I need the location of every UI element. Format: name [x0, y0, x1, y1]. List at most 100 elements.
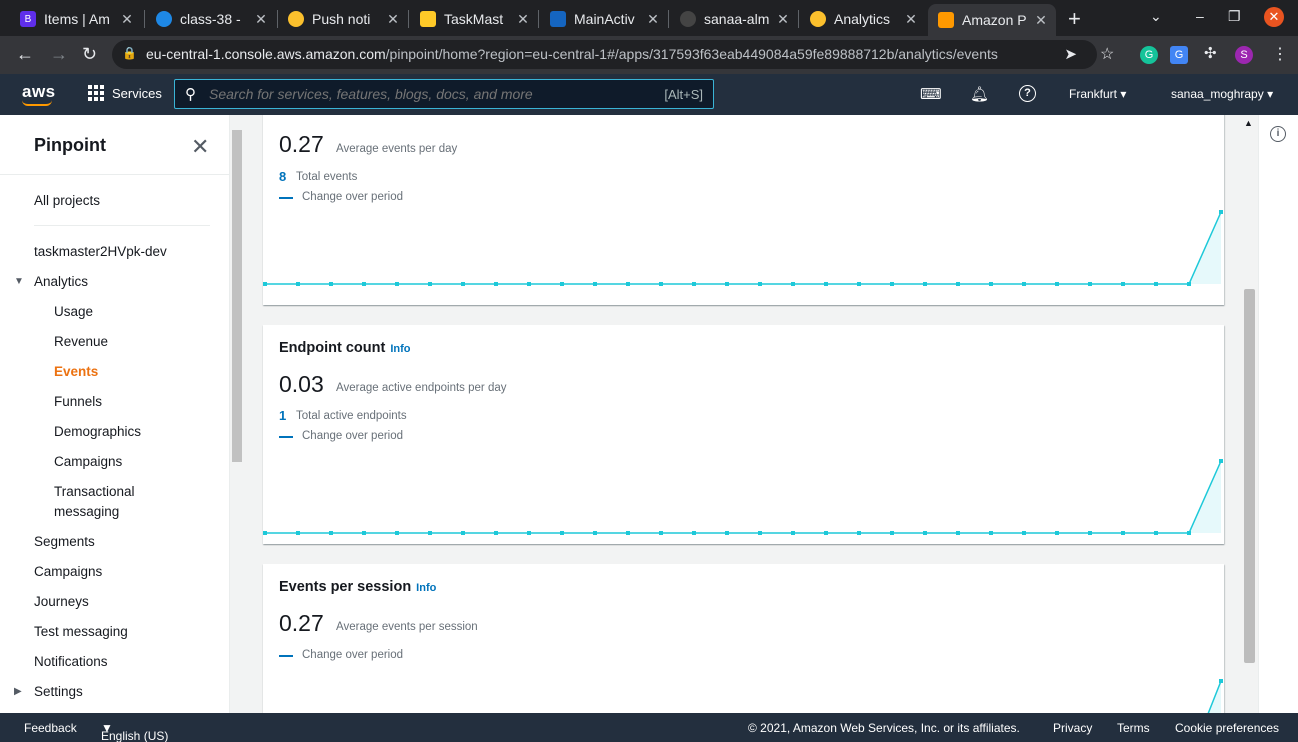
sidebar-item-segments[interactable]: Segments	[34, 534, 95, 549]
extensions-puzzle-icon[interactable]: ✣	[1204, 44, 1217, 62]
tab-favicon-icon	[550, 11, 566, 27]
info-icon[interactable]: i	[1270, 126, 1286, 142]
aws-smile-icon	[22, 100, 52, 106]
browser-tab[interactable]: sanaa-alm ✕	[670, 4, 798, 34]
new-tab-button[interactable]: +	[1068, 6, 1081, 32]
account-menu[interactable]: sanaa_moghrapy ▾	[1171, 87, 1273, 101]
browser-menu-icon[interactable]: ⋮	[1272, 44, 1288, 64]
cloudshell-icon[interactable]: ⌨	[920, 85, 942, 103]
tab-close-icon[interactable]: ✕	[252, 11, 270, 28]
scrollbar-thumb[interactable]	[1244, 289, 1255, 663]
sparkline-point	[791, 282, 795, 286]
copyright-text: © 2021, Amazon Web Services, Inc. or its…	[748, 721, 1020, 735]
sparkline-point	[1088, 282, 1092, 286]
tab-search-chevron-down-icon[interactable]: ⌄	[1150, 8, 1162, 25]
tab-separator	[144, 10, 145, 28]
minimize-icon[interactable]: –	[1196, 8, 1204, 24]
tab-close-icon[interactable]: ✕	[384, 11, 402, 28]
bookmark-star-icon[interactable]: ☆	[1100, 44, 1114, 64]
language-selector[interactable]: English (US) ▼	[101, 721, 168, 742]
sparkline-point	[758, 282, 762, 286]
browser-tab-active[interactable]: Amazon P ✕	[928, 4, 1056, 36]
sidebar-item-journeys[interactable]: Journeys	[34, 594, 89, 609]
terms-link[interactable]: Terms	[1117, 721, 1150, 735]
sparkline-point	[362, 282, 366, 286]
search-shortcut-hint: [Alt+S]	[664, 87, 703, 102]
sidebar-scrollbar[interactable]	[230, 115, 244, 713]
sidebar-item-test-messaging[interactable]: Test messaging	[34, 624, 128, 639]
tab-close-icon[interactable]: ✕	[1032, 12, 1050, 29]
forward-arrow-icon[interactable]: →	[50, 44, 68, 65]
scroll-up-arrow-icon[interactable]: ▲	[1244, 118, 1253, 128]
info-link[interactable]: Info	[416, 582, 436, 594]
sidebar-item-demographics[interactable]: Demographics	[54, 424, 141, 439]
sidebar-item-analytics-campaigns[interactable]: Campaigns	[54, 454, 122, 469]
sidebar-item-transactional-messaging[interactable]: Transactional	[54, 484, 135, 499]
events-per-session-card: Events per session Info 0.27 Average even…	[263, 564, 1224, 713]
tab-close-icon[interactable]: ✕	[644, 11, 662, 28]
lock-icon: 🔒	[122, 46, 137, 60]
aws-logo[interactable]: aws	[22, 82, 56, 106]
restore-icon[interactable]: ❐	[1228, 8, 1241, 25]
scrollbar-thumb[interactable]	[232, 130, 242, 462]
profile-avatar[interactable]: S	[1235, 46, 1253, 64]
sidebar-item-settings[interactable]: Settings	[34, 684, 83, 699]
sidebar-item-analytics[interactable]: Analytics	[34, 274, 88, 289]
main-scrollbar[interactable]: ▲	[1239, 115, 1258, 713]
sparkline-point	[989, 531, 993, 535]
address-bar[interactable]: 🔒 eu-central-1.console.aws.amazon.com/pi…	[112, 40, 1097, 69]
send-icon[interactable]: ➤	[1064, 45, 1077, 63]
sidebar-item-revenue[interactable]: Revenue	[54, 334, 108, 349]
sidebar-item-all-projects[interactable]: All projects	[34, 193, 100, 208]
tab-close-icon[interactable]: ✕	[774, 11, 792, 28]
tab-favicon-icon	[680, 11, 696, 27]
browser-tab[interactable]: TaskMast ✕	[410, 4, 538, 34]
browser-tab[interactable]: Analytics ✕	[800, 4, 926, 34]
feedback-link[interactable]: Feedback	[24, 721, 77, 735]
tab-close-icon[interactable]: ✕	[514, 11, 532, 28]
sidebar-title: Pinpoint	[34, 135, 106, 155]
reload-icon[interactable]: ↻	[82, 44, 97, 65]
help-icon[interactable]: ?	[1019, 85, 1036, 102]
sidebar-item-usage[interactable]: Usage	[54, 304, 93, 319]
tab-close-icon[interactable]: ✕	[902, 11, 920, 28]
sidebar-item-notifications[interactable]: Notifications	[34, 654, 108, 669]
sidebar-item-events[interactable]: Events	[54, 364, 98, 379]
notifications-bell-icon[interactable]: 🔔︎	[970, 85, 989, 103]
grammarly-extension-icon[interactable]: G	[1140, 46, 1158, 64]
search-input[interactable]	[209, 86, 639, 102]
legend-label: Change over period	[302, 649, 404, 661]
sparkline-point	[329, 282, 333, 286]
browser-tab[interactable]: B Items | Am ✕	[10, 4, 142, 34]
back-arrow-icon[interactable]: ←	[16, 44, 34, 65]
tab-favicon-icon	[420, 11, 436, 27]
tab-title: Push noti	[312, 11, 371, 27]
caret-down-icon[interactable]: ▼	[14, 276, 24, 287]
services-menu-button[interactable]: Services	[88, 85, 162, 101]
tab-close-icon[interactable]: ✕	[118, 11, 136, 28]
caret-right-icon[interactable]: ▶	[14, 686, 22, 697]
tab-favicon-icon	[156, 11, 172, 27]
close-icon[interactable]: ✕	[191, 134, 209, 160]
sparkline-point	[890, 282, 894, 286]
console-search[interactable]: ⚲ [Alt+S]	[174, 79, 714, 109]
legend-line-icon	[279, 197, 293, 199]
sidebar-item-project[interactable]: taskmaster2HVpk-dev	[34, 244, 167, 259]
average-events-value: 0.27	[279, 131, 324, 157]
info-link[interactable]: Info	[390, 343, 410, 355]
browser-tab[interactable]: MainActiv ✕	[540, 4, 668, 34]
translate-extension-icon[interactable]: G	[1170, 46, 1188, 64]
region-selector[interactable]: Frankfurt ▾	[1069, 87, 1126, 101]
total-events-label: Total events	[296, 171, 358, 183]
privacy-link[interactable]: Privacy	[1053, 721, 1092, 735]
browser-tab[interactable]: class-38 - ✕	[146, 4, 276, 34]
window-close-icon[interactable]: ✕	[1264, 7, 1284, 27]
sparkline-point	[428, 531, 432, 535]
sidebar-item-funnels[interactable]: Funnels	[54, 394, 102, 409]
sidebar-item-transactional-messaging-line2[interactable]: messaging	[54, 504, 119, 519]
sidebar-item-campaigns[interactable]: Campaigns	[34, 564, 102, 579]
cookie-preferences-link[interactable]: Cookie preferences	[1175, 721, 1279, 735]
card-title: Endpoint count Info	[279, 340, 411, 356]
legend-label: Change over period	[302, 430, 404, 442]
browser-tab[interactable]: Push noti ✕	[278, 4, 408, 34]
